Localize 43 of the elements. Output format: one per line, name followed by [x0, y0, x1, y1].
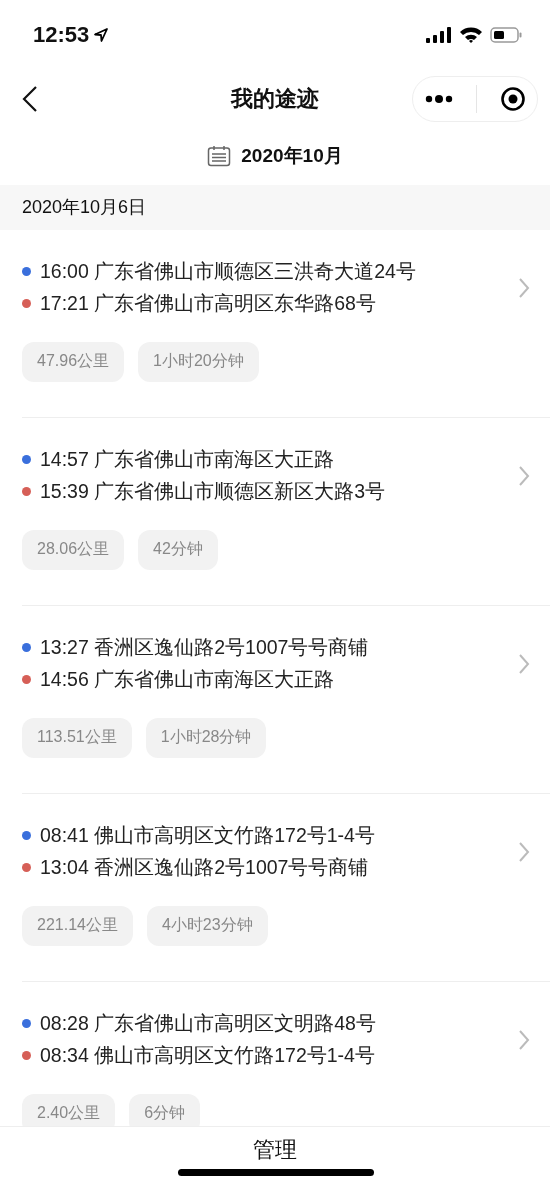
chevron-right-icon [518, 1028, 530, 1051]
manage-button[interactable]: 管理 [249, 1135, 301, 1166]
distance-tag: 47.96公里 [22, 341, 125, 382]
location-arrow-icon [93, 26, 110, 43]
trip-point-text: 17:21 广东省佛山市高明区东华路68号 [40, 291, 376, 317]
back-icon[interactable] [22, 84, 38, 113]
trip-card[interactable]: 08:41 佛山市高明区文竹路172号1-4号 13:04 香洲区逸仙路2号1007号号商铺 221.14公里 4小时23分钟 [22, 793, 550, 982]
trip-point-text: 16:00 广东省佛山市顺德区三洪奇大道24号 [40, 259, 416, 285]
distance-tag: 28.06公里 [22, 529, 125, 570]
calendar-icon [207, 145, 232, 168]
trip-point-text: 14:56 广东省佛山市南海区大正路 [40, 667, 335, 693]
trip-card[interactable]: 16:00 广东省佛山市顺德区三洪奇大道24号 17:21 广东省佛山市高明区东华路68号 47.96公里 1小时20分钟 [22, 229, 550, 418]
trip-point-text: 13:27 香洲区逸仙路2号1007号号商铺 [40, 635, 369, 661]
duration-tag: 1小时20分钟 [138, 341, 259, 382]
trip-point-text: 14:57 广东省佛山市南海区大正路 [40, 447, 335, 473]
distance-tag: 113.51公里 [22, 717, 132, 758]
chevron-right-icon [518, 840, 530, 863]
close-target-icon[interactable] [499, 85, 526, 112]
chevron-right-icon [518, 464, 530, 487]
distance-tag: 221.14公里 [22, 905, 133, 946]
trip-card[interactable]: 13:27 香洲区逸仙路2号1007号号商铺 14:56 广东省佛山市南海区大正路 113.51公里 1小时28分钟 [22, 605, 550, 794]
page-title: 我的途迹 [231, 84, 319, 113]
trip-point-text: 08:41 佛山市高明区文竹路172号1-4号 [40, 823, 375, 849]
status-time: 12:53 [33, 21, 90, 48]
trip-point-text: 08:34 佛山市高明区文竹路172号1-4号 [40, 1043, 375, 1069]
month-picker[interactable]: 2020年10月 [207, 143, 343, 170]
duration-tag: 42分钟 [138, 529, 218, 570]
chevron-right-icon [518, 276, 530, 299]
chevron-right-icon [518, 652, 530, 675]
trip-point-text: 13:04 香洲区逸仙路2号1007号号商铺 [40, 855, 369, 881]
distance-tag: 2.40公里 [22, 1093, 116, 1127]
battery-icon [490, 26, 522, 43]
more-icon[interactable] [424, 93, 453, 104]
trip-card[interactable]: 14:57 广东省佛山市南海区大正路 15:39 广东省佛山市顺德区新区大路3号 28.06公里 42分钟 [22, 417, 550, 606]
trip-card[interactable]: 08:28 广东省佛山市高明区文明路48号 08:34 佛山市高明区文竹路172号1-4号 2.40公里 6分钟 [22, 981, 550, 1127]
signal-icon [426, 26, 452, 43]
trip-point-text: 15:39 广东省佛山市顺德区新区大路3号 [40, 479, 386, 505]
duration-tag: 6分钟 [129, 1093, 201, 1127]
duration-tag: 1小时28分钟 [145, 717, 267, 758]
date-header-bar: 2020年10月6日 [0, 184, 550, 230]
duration-tag: 4小时23分钟 [146, 905, 268, 946]
wifi-icon [459, 26, 483, 44]
trip-point-text: 08:28 广东省佛山市高明区文明路48号 [40, 1011, 376, 1037]
